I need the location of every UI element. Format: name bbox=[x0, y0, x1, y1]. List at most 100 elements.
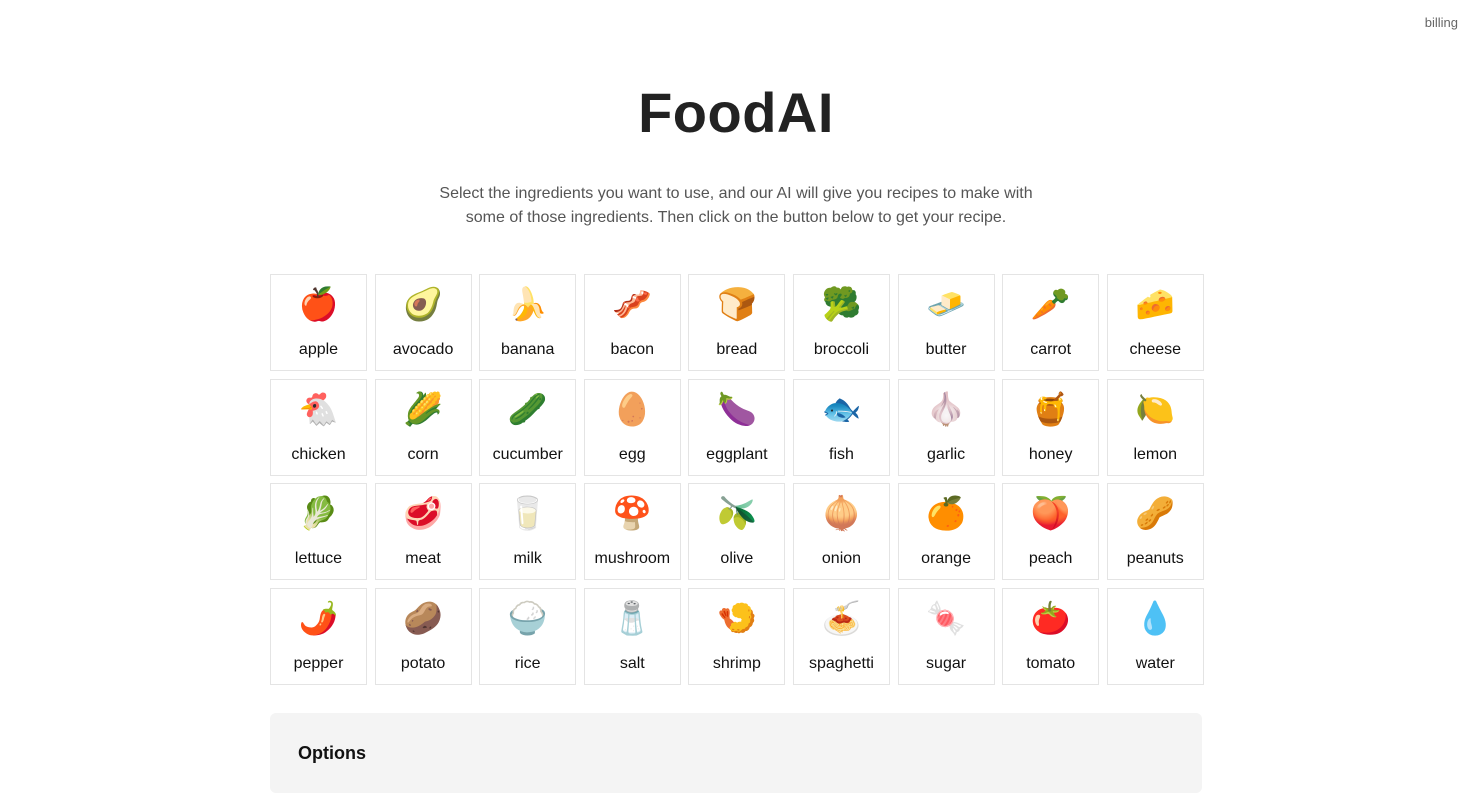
corn-icon: 🌽 bbox=[403, 389, 444, 428]
ingredient-label: fish bbox=[829, 445, 854, 463]
ingredient-card-apple[interactable]: 🍎 apple bbox=[270, 274, 367, 371]
meat-icon: 🥩 bbox=[403, 494, 444, 532]
honey-icon: 🍯 bbox=[1030, 389, 1071, 428]
water-icon: 💧 bbox=[1135, 598, 1176, 637]
ingredient-label: cucumber bbox=[492, 445, 563, 463]
ingredient-card-pepper[interactable]: 🌶️ pepper bbox=[270, 587, 367, 685]
orange-icon: 🍊 bbox=[926, 494, 966, 532]
apple-icon: 🍎 bbox=[298, 285, 339, 323]
ingredient-label: apple bbox=[298, 341, 339, 358]
cheese-icon: 🧀 bbox=[1135, 285, 1176, 323]
ingredient-card-olive[interactable]: 🫒 olive bbox=[688, 483, 786, 580]
ingredient-card-bacon[interactable]: 🥓 bacon bbox=[583, 274, 681, 371]
ingredient-label: shrimp bbox=[712, 654, 761, 672]
broccoli-icon: 🥦 bbox=[821, 285, 862, 323]
ingredient-label: lemon bbox=[1133, 445, 1178, 463]
ingredient-label: garlic bbox=[926, 445, 966, 463]
ingredient-card-avocado[interactable]: 🥑 avocado bbox=[374, 274, 472, 371]
page-description: Select the ingredients you want to use, … bbox=[439, 185, 1033, 226]
mushroom-icon: 🍄 bbox=[612, 494, 653, 532]
ingredient-card-shrimp[interactable]: 🍤 shrimp bbox=[688, 587, 786, 685]
ingredient-label: spaghetti bbox=[809, 654, 874, 672]
ingredient-label: meat bbox=[405, 550, 441, 567]
onion-icon: 🧅 bbox=[821, 494, 862, 532]
ingredient-card-salt[interactable]: 🧂 salt bbox=[583, 587, 681, 685]
ingredient-label: milk bbox=[513, 550, 542, 567]
ingredient-card-fish[interactable]: 🐟 fish bbox=[792, 378, 890, 476]
peach-icon: 🍑 bbox=[1030, 494, 1071, 532]
ingredient-card-peanuts[interactable]: 🥜 peanuts bbox=[1106, 483, 1204, 580]
ingredient-label: egg bbox=[618, 445, 646, 463]
ingredient-label: avocado bbox=[392, 341, 454, 358]
salt-icon: 🧂 bbox=[612, 598, 653, 637]
ingredient-card-sugar[interactable]: 🍬 sugar bbox=[897, 587, 995, 685]
ingredient-card-orange[interactable]: 🍊 orange bbox=[897, 483, 995, 580]
ingredient-card-eggplant[interactable]: 🍆 eggplant bbox=[688, 378, 786, 476]
ingredient-label: salt bbox=[619, 654, 645, 672]
ingredient-card-mushroom[interactable]: 🍄 mushroom bbox=[583, 483, 681, 580]
avocado-icon: 🥑 bbox=[403, 285, 444, 323]
ingredient-label: onion bbox=[821, 550, 862, 567]
ingredient-label: mushroom bbox=[594, 550, 671, 567]
ingredient-card-butter[interactable]: 🧈 butter bbox=[897, 274, 995, 371]
ingredient-card-banana[interactable]: 🍌 banana bbox=[479, 274, 577, 371]
egg-icon: 🥚 bbox=[612, 389, 653, 428]
ingredient-card-corn[interactable]: 🌽 corn bbox=[374, 378, 472, 476]
ingredient-card-cheese[interactable]: 🧀 cheese bbox=[1106, 274, 1204, 371]
ingredient-card-carrot[interactable]: 🥕 carrot bbox=[1002, 274, 1100, 371]
ingredient-card-lemon[interactable]: 🍋 lemon bbox=[1106, 378, 1204, 476]
olive-icon: 🫒 bbox=[716, 494, 757, 532]
ingredient-card-onion[interactable]: 🧅 onion bbox=[792, 483, 890, 580]
banana-icon: 🍌 bbox=[507, 285, 548, 323]
spaghetti-icon: 🍝 bbox=[821, 598, 862, 637]
carrot-icon: 🥕 bbox=[1030, 285, 1071, 323]
ingredient-card-lettuce[interactable]: 🥬 lettuce bbox=[270, 483, 367, 580]
ingredient-card-water[interactable]: 💧 water bbox=[1106, 587, 1204, 685]
options-heading: Options bbox=[298, 743, 366, 763]
milk-icon: 🥛 bbox=[507, 494, 548, 532]
page-title: FoodAI bbox=[638, 81, 834, 144]
ingredient-card-meat[interactable]: 🥩 meat bbox=[374, 483, 472, 580]
ingredient-card-rice[interactable]: 🍚 rice bbox=[479, 587, 577, 685]
ingredient-card-egg[interactable]: 🥚 egg bbox=[583, 378, 681, 476]
ingredient-label: water bbox=[1135, 654, 1175, 672]
ingredient-card-potato[interactable]: 🥔 potato bbox=[374, 587, 472, 685]
ingredient-label: butter bbox=[925, 341, 967, 358]
ingredient-card-bread[interactable]: 🍞 bread bbox=[688, 274, 786, 371]
ingredient-label: peanuts bbox=[1126, 550, 1184, 567]
ingredient-label: olive bbox=[720, 550, 754, 567]
ingredient-card-chicken[interactable]: 🐔 chicken bbox=[270, 378, 367, 476]
fish-icon: 🐟 bbox=[821, 389, 862, 428]
ingredient-card-garlic[interactable]: 🧄 garlic bbox=[897, 378, 995, 476]
ingredient-label: corn bbox=[407, 445, 439, 463]
ingredient-card-spaghetti[interactable]: 🍝 spaghetti bbox=[792, 587, 890, 685]
eggplant-icon: 🍆 bbox=[716, 389, 757, 428]
chicken-icon: 🐔 bbox=[298, 389, 339, 428]
ingredient-card-tomato[interactable]: 🍅 tomato bbox=[1002, 587, 1100, 685]
garlic-icon: 🧄 bbox=[926, 389, 966, 428]
ingredient-card-broccoli[interactable]: 🥦 broccoli bbox=[792, 274, 890, 371]
lemon-icon: 🍋 bbox=[1135, 389, 1176, 428]
ingredient-label: sugar bbox=[926, 654, 967, 672]
ingredient-card-peach[interactable]: 🍑 peach bbox=[1002, 483, 1100, 580]
ingredient-card-honey[interactable]: 🍯 honey bbox=[1002, 378, 1100, 476]
pepper-icon: 🌶️ bbox=[298, 598, 339, 637]
ingredient-card-milk[interactable]: 🥛 milk bbox=[479, 483, 577, 580]
ingredient-label: banana bbox=[500, 341, 555, 358]
ingredient-card-cucumber[interactable]: 🥒 cucumber bbox=[479, 378, 577, 476]
ingredient-label: bread bbox=[716, 341, 758, 358]
tomato-icon: 🍅 bbox=[1030, 598, 1071, 637]
ingredient-label: lettuce bbox=[294, 550, 343, 567]
rice-icon: 🍚 bbox=[507, 598, 548, 637]
ingredient-label: honey bbox=[1028, 445, 1073, 463]
ingredient-label: tomato bbox=[1026, 654, 1076, 672]
billing-link[interactable]: billing bbox=[1425, 15, 1458, 30]
ingredient-label: bacon bbox=[610, 341, 655, 358]
ingredient-label: peach bbox=[1028, 550, 1073, 567]
peanuts-icon: 🥜 bbox=[1135, 494, 1176, 532]
ingredient-label: chicken bbox=[291, 445, 346, 463]
ingredient-label: eggplant bbox=[706, 445, 768, 463]
butter-icon: 🧈 bbox=[926, 285, 966, 323]
ingredient-label: broccoli bbox=[813, 341, 870, 358]
options-panel: Options bbox=[270, 713, 1202, 793]
